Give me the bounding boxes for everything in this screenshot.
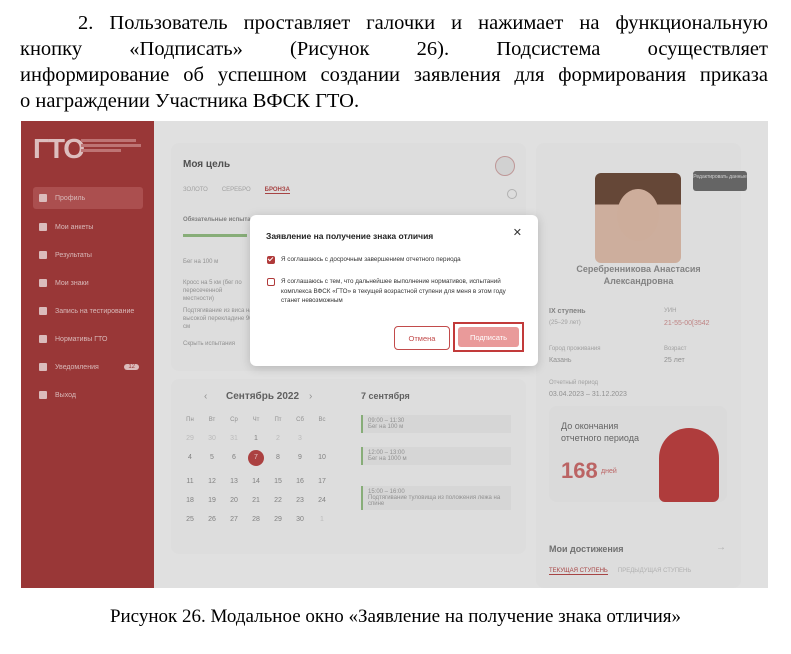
paragraph-line: 2. Пользователь проставляет галочки и на…: [78, 12, 768, 34]
paragraph-line: информирование об успешном создании заяв…: [20, 64, 768, 86]
close-icon[interactable]: ✕: [513, 228, 522, 239]
checkbox-label: Я соглашаюсь с тем, что дальнейшее выпол…: [281, 278, 506, 304]
sign-button[interactable]: Подписать: [458, 327, 519, 347]
paragraph-line: кнопку «Подписать» (Рисунок 26). Подсист…: [20, 38, 768, 60]
agree-no-further-tests-checkbox[interactable]: [267, 278, 275, 286]
agree-early-finish-checkbox[interactable]: [267, 256, 275, 264]
instruction-paragraph: 2. Пользователь проставляет галочки и на…: [20, 10, 768, 114]
figure-caption: Рисунок 26. Модальное окно «Заявление на…: [109, 606, 682, 627]
sign-button-highlight: Подписать: [453, 322, 524, 352]
award-application-modal: Заявление на получение знака отличия ✕ Я…: [250, 215, 538, 366]
checkbox-label: Я соглашаюсь с досрочным завершением отч…: [281, 256, 461, 263]
app-screenshot: ГТО Профиль Мои анкеты Результаты Мои зн…: [21, 121, 768, 588]
cancel-button[interactable]: Отмена: [394, 326, 450, 350]
paragraph-line: о награждении Участника ВФСК ГТО.: [20, 90, 360, 112]
modal-title: Заявление на получение знака отличия: [266, 231, 434, 241]
